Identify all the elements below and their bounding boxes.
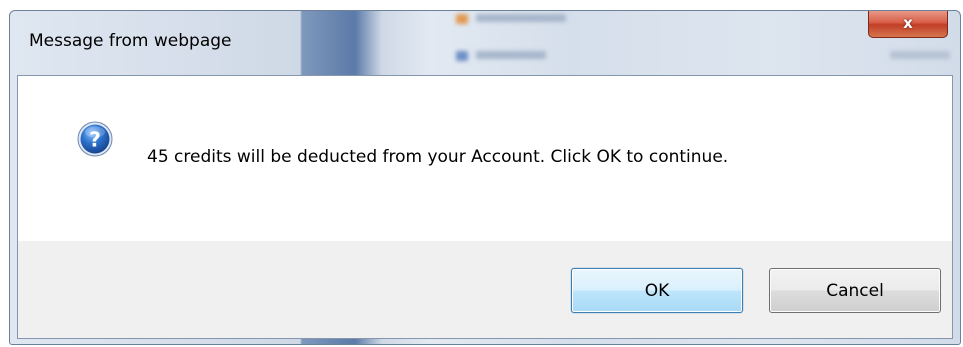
question-icon: ?	[77, 121, 113, 157]
ok-button[interactable]: OK	[571, 268, 743, 313]
cancel-button-label: Cancel	[826, 280, 884, 301]
svg-text:?: ?	[89, 128, 101, 152]
close-button[interactable]: x	[868, 11, 948, 38]
dialog-body: ? 45 credits will be deducted from your …	[17, 75, 953, 339]
cancel-button[interactable]: Cancel	[769, 268, 941, 313]
button-bar: OK Cancel	[18, 241, 952, 338]
message-dialog: Message from webpage x ? 45 credits will…	[9, 10, 961, 345]
screen: Message from webpage x ? 45 credits will…	[0, 0, 963, 347]
ok-button-label: OK	[644, 280, 670, 301]
close-icon: x	[903, 14, 913, 32]
dialog-title: Message from webpage	[29, 31, 232, 51]
message-text: 45 credits will be deducted from your Ac…	[147, 147, 729, 167]
message-area: ? 45 credits will be deducted from your …	[18, 76, 952, 241]
dialog-titlebar[interactable]: Message from webpage x	[10, 11, 960, 75]
